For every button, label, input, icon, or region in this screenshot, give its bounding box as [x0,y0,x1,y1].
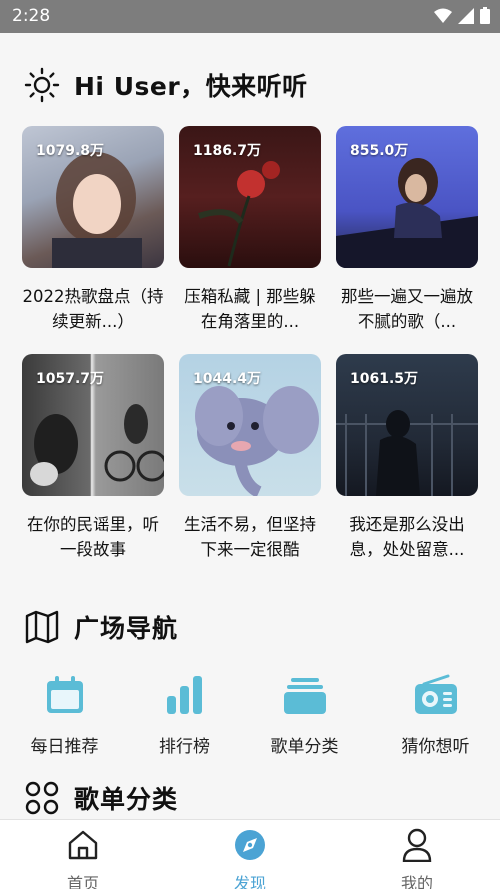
status-time: 2:28 [12,6,51,26]
playlist-cover: 855.0万 [336,126,478,268]
sun-icon [24,67,60,103]
category-header: 歌单分类 [24,778,178,818]
home-icon [68,830,98,860]
tab-discover[interactable]: 发现 [167,826,333,889]
playlist-title: 那些一遍又一遍放不腻的歌（... [341,287,473,331]
tab-label: 首页 [66,874,99,889]
battery-icon [480,7,490,24]
nav-label: 歌单分类 [270,737,339,757]
playlist-card[interactable]: 855.0万 那些一遍又一遍放不腻的歌（... [336,126,478,334]
nav-guess-you-like[interactable]: 猜你想听 [373,668,498,757]
play-count: 1061.5万 [350,371,419,387]
playlist-card[interactable]: 1044.4万 生活不易，但坚持下来一定很酷 [179,354,321,562]
playlist-title: 我还是那么没出息，处处留意... [349,515,465,559]
bottom-tab-bar: 首页 发现 我的 [0,819,500,889]
plaza-nav: 每日推荐 排行榜 歌单分类 猜你想听 [0,668,500,758]
nav-label: 排行榜 [159,737,210,757]
playlist-title: 生活不易，但坚持下来一定很酷 [184,515,316,559]
map-icon [25,610,59,644]
radio-icon [414,674,457,714]
playlist-card[interactable]: 1186.7万 压箱私藏 | 那些躲在角落里的... [179,126,321,334]
status-bar: 2:28 [0,0,500,33]
nav-playlist-category[interactable]: 歌单分类 [242,668,367,757]
play-count: 855.0万 [350,143,409,159]
tab-home[interactable]: 首页 [0,826,166,889]
playlist-card[interactable]: 1057.7万 在你的民谣里，听一段故事 [22,354,164,562]
playlist-title: 在你的民谣里，听一段故事 [27,515,159,559]
ranking-icon [166,676,202,714]
playlist-cover: 1186.7万 [179,126,321,268]
profile-icon [402,828,432,862]
calendar-icon [46,676,83,713]
plaza-title: 广场导航 [74,614,179,643]
tab-mine[interactable]: 我的 [334,826,500,889]
playlist-cover: 1079.8万 [22,126,164,268]
play-count: 1186.7万 [193,143,262,159]
playlist-title: 2022热歌盘点（持续更新...） [22,287,164,331]
discover-content: Hi User，快来听听 1079.8万 2022热歌盘点（持续更新...） 1… [0,33,500,819]
playlist-card[interactable]: 1061.5万 我还是那么没出息，处处留意... [336,354,478,562]
play-count: 1044.4万 [193,371,262,387]
status-icons [434,7,490,24]
playlist-title: 压箱私藏 | 那些躲在角落里的... [184,287,316,331]
nav-label: 猜你想听 [401,737,470,757]
playlist-cover: 1061.5万 [336,354,478,496]
greeting-title: Hi User，快来听听 [74,72,308,101]
signal-icon [458,7,474,24]
tab-label: 发现 [233,874,266,889]
tab-label: 我的 [400,874,433,889]
wifi-icon [434,8,452,23]
greeting-header: Hi User，快来听听 [24,65,308,105]
playlist-cover: 1044.4万 [179,354,321,496]
play-count: 1057.7万 [36,371,105,387]
nav-label: 每日推荐 [30,737,99,757]
playlist-card[interactable]: 1079.8万 2022热歌盘点（持续更新...） [22,126,164,334]
playlist-stack-icon [283,678,326,714]
nav-ranking[interactable]: 排行榜 [122,668,247,757]
grid-icon [25,781,59,815]
nav-daily-recommend[interactable]: 每日推荐 [2,668,127,757]
play-count: 1079.8万 [36,143,105,159]
discover-icon [235,830,265,860]
playlist-cover: 1057.7万 [22,354,164,496]
plaza-header: 广场导航 [24,607,178,647]
category-title: 歌单分类 [74,785,179,814]
